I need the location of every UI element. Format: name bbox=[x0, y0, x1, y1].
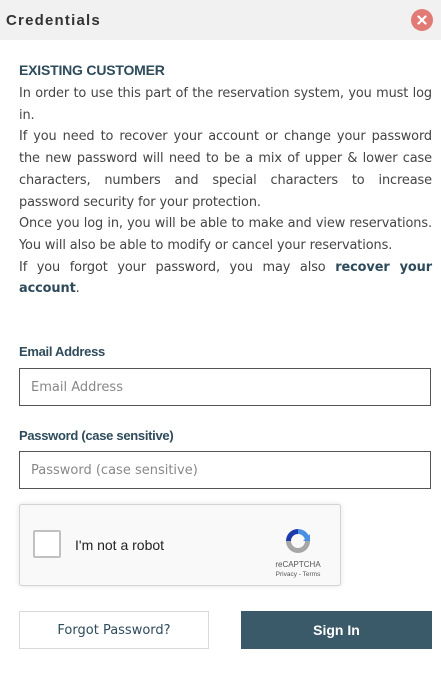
intro-paragraph-1: In order to use this part of the reserva… bbox=[19, 86, 432, 123]
intro-paragraph-4: If you forgot your password, you may als… bbox=[19, 257, 432, 300]
password-label: Password (case sensitive) bbox=[19, 428, 174, 443]
recover-text-suffix: . bbox=[75, 281, 80, 297]
recaptcha-checkbox[interactable] bbox=[33, 530, 61, 558]
dialog-header: Credentials bbox=[0, 0, 441, 40]
intro-paragraph-2: If you need to recover your account or c… bbox=[19, 129, 432, 210]
intro-paragraph-3: Once you log in, you will be able to mak… bbox=[19, 216, 432, 253]
recaptcha-brand: reCAPTCHA bbox=[275, 560, 321, 569]
intro-section: EXISTING CUSTOMER In order to use this p… bbox=[19, 62, 432, 300]
close-button[interactable] bbox=[411, 9, 433, 31]
dialog-title: Credentials bbox=[6, 11, 101, 29]
email-input[interactable] bbox=[19, 368, 431, 406]
section-heading: EXISTING CUSTOMER bbox=[19, 62, 165, 78]
recaptcha-label: I'm not a robot bbox=[75, 537, 165, 553]
recaptcha-widget: I'm not a robot reCAPTCHA Privacy - Term… bbox=[19, 504, 341, 586]
close-icon bbox=[417, 15, 427, 25]
forgot-password-button[interactable]: Forgot Password? bbox=[19, 611, 209, 649]
recover-text-prefix: If you forgot your password, you may als… bbox=[19, 259, 336, 275]
recaptcha-privacy-terms[interactable]: Privacy - Terms bbox=[256, 571, 340, 578]
sign-in-button[interactable]: Sign In bbox=[241, 611, 432, 649]
intro-text: In order to use this part of the reserva… bbox=[19, 83, 432, 300]
email-label: Email Address bbox=[19, 344, 105, 359]
recaptcha-logo-icon bbox=[286, 529, 310, 553]
password-input[interactable] bbox=[19, 451, 431, 489]
